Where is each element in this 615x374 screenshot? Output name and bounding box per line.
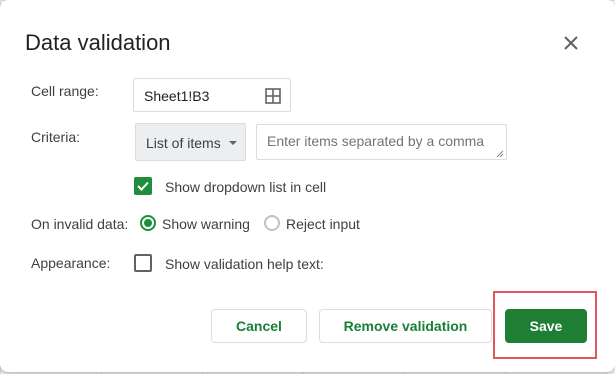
dialog-title: Data validation: [25, 30, 171, 55]
save-highlight-outline: [493, 291, 597, 359]
chevron-down-icon: [229, 141, 237, 145]
cell-range-label: Cell range:: [31, 83, 99, 99]
reject-input-label: Reject input: [286, 216, 360, 232]
remove-validation-button[interactable]: Remove validation: [319, 309, 492, 343]
show-warning-label: Show warning: [162, 216, 250, 232]
radio-selected-dot: [144, 219, 152, 227]
show-dropdown-checkbox[interactable]: [134, 177, 152, 195]
help-text-checkbox[interactable]: [134, 254, 152, 272]
show-dropdown-label: Show dropdown list in cell: [165, 179, 327, 195]
help-text-label: Show validation help text:: [165, 256, 324, 272]
close-button[interactable]: [558, 30, 584, 56]
radio-show-warning[interactable]: [140, 215, 156, 231]
list-items-input[interactable]: [256, 124, 507, 160]
criteria-label: Criteria:: [31, 129, 81, 145]
criteria-selected-value: List of items: [146, 135, 221, 151]
appearance-label: Appearance:: [31, 255, 111, 271]
cancel-button[interactable]: Cancel: [211, 309, 307, 343]
resize-handle-icon[interactable]: [496, 150, 504, 158]
checkmark-icon: [137, 181, 149, 191]
cell-range-input[interactable]: Sheet1!B3: [133, 78, 291, 112]
invalid-data-label: On invalid data:: [31, 216, 129, 232]
criteria-dropdown[interactable]: List of items: [135, 123, 246, 161]
radio-reject-input[interactable]: [264, 215, 280, 231]
select-range-grid-icon[interactable]: [265, 88, 281, 104]
cell-range-value: Sheet1!B3: [144, 88, 210, 104]
close-icon: [564, 36, 578, 50]
